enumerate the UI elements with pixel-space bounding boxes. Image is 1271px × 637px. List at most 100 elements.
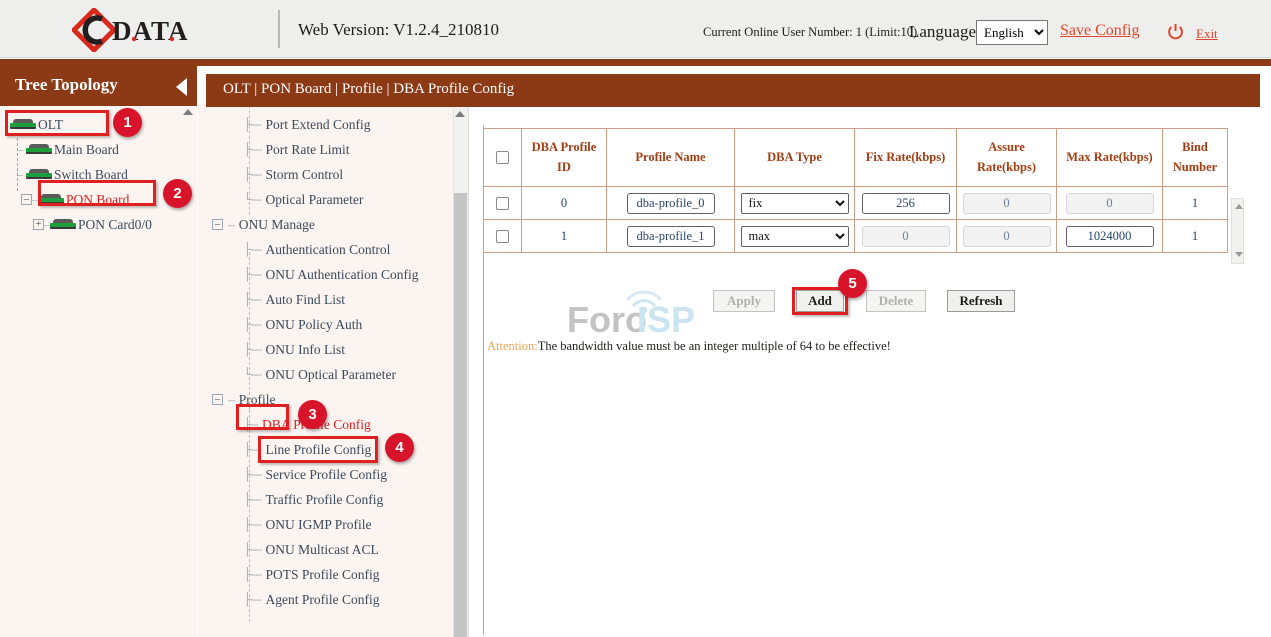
- language-select[interactable]: EnglishChinese: [976, 20, 1048, 45]
- expander-minus-icon[interactable]: –: [21, 194, 32, 205]
- nav-scrollbar-thumb[interactable]: [454, 193, 467, 637]
- collapse-left-icon[interactable]: [176, 78, 187, 96]
- tree-topology-title: Tree Topology: [15, 75, 118, 95]
- nav-item-port-rate-limit[interactable]: ├--- Port Rate Limit: [198, 137, 451, 162]
- cell-fix-rate: [855, 187, 957, 220]
- nav-item-onu-policy-auth[interactable]: ├--- ONU Policy Auth: [198, 312, 451, 337]
- delete-button[interactable]: Delete: [866, 290, 926, 312]
- nav-item-label: Auto Find List: [266, 292, 346, 308]
- tree-item-main-board[interactable]: – Main Board: [0, 137, 197, 162]
- max-rate-input: [1066, 193, 1154, 214]
- table-scroll-down-arrow[interactable]: [1235, 252, 1243, 257]
- nav-item-traffic-profile-config[interactable]: ├--- Traffic Profile Config: [198, 487, 451, 512]
- table-row: 0 fixassureassure+maxmax 1: [484, 187, 1228, 220]
- nav-item-onu-info-list[interactable]: ├--- ONU Info List: [198, 337, 451, 362]
- web-version-label: Web Version: V1.2.4_210810: [298, 20, 499, 40]
- nav-item-onu-multicast-acl[interactable]: ├--- ONU Multicast ACL: [198, 537, 451, 562]
- fix-rate-input: [862, 226, 950, 247]
- nav-item-port-extend-config[interactable]: ├--- Port Extend Config: [198, 112, 451, 137]
- tree-leaf-icon: ├---: [243, 492, 262, 507]
- cell-profile-name: [607, 187, 735, 220]
- device-icon: [10, 119, 36, 130]
- cell-assure-rate: [957, 220, 1057, 253]
- dba-profile-table: DBA Profile ID Profile Name DBA Type Fix…: [483, 128, 1228, 253]
- tree-leaf-icon: ├---: [243, 242, 262, 257]
- col-dba-profile-id: DBA Profile ID: [522, 129, 607, 187]
- fix-rate-input[interactable]: [862, 193, 950, 214]
- col-fix-rate: Fix Rate(kbps): [855, 129, 957, 187]
- nav-item-label: ONU Manage: [239, 217, 315, 233]
- cell-dba-profile-id: 0: [522, 187, 607, 220]
- nav-item-line-profile-config[interactable]: ├--- Line Profile Config: [198, 437, 451, 462]
- nav-item-pots-profile-config[interactable]: ├--- POTS Profile Config: [198, 562, 451, 587]
- nav-item-agent-profile-config[interactable]: ├--- Agent Profile Config: [198, 587, 451, 612]
- add-button[interactable]: Add: [796, 290, 844, 312]
- tree-leaf-icon: ├---: [243, 467, 262, 482]
- tree-leaf-icon: ├---: [243, 342, 262, 357]
- tree-item-label: OLT: [38, 117, 63, 133]
- nav-item-authentication-control[interactable]: ├--- Authentication Control: [198, 237, 451, 262]
- select-all-checkbox[interactable]: [496, 151, 509, 164]
- col-profile-name: Profile Name: [607, 129, 735, 187]
- nav-guide-line: [249, 410, 250, 622]
- expander-minus-icon[interactable]: –: [212, 394, 223, 405]
- expander-minus-icon[interactable]: –: [212, 219, 223, 230]
- nav-item-onu-authentication-config[interactable]: ├--- ONU Authentication Config: [198, 262, 451, 287]
- row-select-cell: [484, 187, 522, 220]
- cell-dba-type: fixassureassure+maxmax: [735, 187, 855, 220]
- breadcrumb-bar: OLT | PON Board | Profile | DBA Profile …: [206, 74, 1260, 107]
- tree-branch-icon: –: [14, 167, 26, 182]
- nav-item-auto-find-list[interactable]: ├--- Auto Find List: [198, 287, 451, 312]
- tree-leaf-icon: ├---: [243, 167, 262, 182]
- cell-fix-rate: [855, 220, 957, 253]
- col-bind-number: Bind Number: [1163, 129, 1228, 187]
- nav-scroll-up-arrow[interactable]: [455, 111, 465, 117]
- nav-item-label: Authentication Control: [266, 242, 391, 258]
- nav-item-label: Agent Profile Config: [266, 592, 380, 608]
- table-scroll-up-arrow[interactable]: [1235, 204, 1243, 209]
- tree-item-olt[interactable]: OLT: [0, 112, 197, 137]
- profile-name-input[interactable]: [627, 226, 715, 247]
- nav-group-profile[interactable]: – – Profile: [198, 387, 451, 412]
- nav-group-onu-manage[interactable]: – – ONU Manage: [198, 212, 451, 237]
- tree-scroll-up-arrow[interactable]: [183, 109, 193, 115]
- row-checkbox[interactable]: [496, 230, 509, 243]
- save-config-link[interactable]: Save Config: [1060, 22, 1140, 40]
- device-icon: [38, 194, 64, 205]
- tree-branch-icon: –: [228, 217, 235, 233]
- row-checkbox[interactable]: [496, 197, 509, 210]
- tree-item-switch-board[interactable]: – Switch Board: [0, 162, 197, 187]
- nav-item-label: ONU Multicast ACL: [266, 542, 379, 558]
- select-all-header: [484, 129, 522, 187]
- online-user-count: Current Online User Number: 1 (Limit:10): [703, 25, 917, 40]
- tree-item-pon-card[interactable]: + – PON Card0/0: [0, 212, 197, 237]
- exit-link[interactable]: Exit: [1196, 26, 1218, 42]
- cell-bind-number: 1: [1163, 220, 1228, 253]
- apply-button[interactable]: Apply: [713, 290, 775, 312]
- nav-item-label: Line Profile Config: [266, 442, 372, 458]
- nav-item-label: POTS Profile Config: [266, 567, 380, 583]
- profile-name-input[interactable]: [627, 193, 715, 214]
- nav-item-onu-optical-parameter[interactable]: └--- ONU Optical Parameter: [198, 362, 451, 387]
- nav-item-label: Storm Control: [266, 167, 344, 183]
- cell-assure-rate: [957, 187, 1057, 220]
- max-rate-input[interactable]: [1066, 226, 1154, 247]
- cell-bind-number: 1: [1163, 187, 1228, 220]
- expander-plus-icon[interactable]: +: [33, 219, 44, 230]
- nav-item-service-profile-config[interactable]: ├--- Service Profile Config: [198, 462, 451, 487]
- refresh-button[interactable]: Refresh: [947, 290, 1015, 312]
- tree-leaf-icon: ├---: [243, 567, 262, 582]
- nav-item-optical-parameter[interactable]: └--- Optical Parameter: [198, 187, 451, 212]
- breadcrumb: OLT | PON Board | Profile | DBA Profile …: [223, 81, 514, 98]
- nav-item-storm-control[interactable]: ├--- Storm Control: [198, 162, 451, 187]
- dba-type-select-row1[interactable]: fixassureassure+maxmax: [741, 226, 849, 247]
- nav-item-label: DBA Profile Config: [262, 417, 371, 433]
- nav-item-dba-profile-config[interactable]: ├-- DBA Profile Config: [198, 412, 451, 437]
- language-label: Language: [909, 22, 976, 42]
- dba-type-select-row0[interactable]: fixassureassure+maxmax: [741, 193, 849, 214]
- nav-menu-panel: ├--- Port Config ├--- Port Extend Config…: [198, 104, 468, 637]
- nav-item-onu-igmp-profile[interactable]: ├--- ONU IGMP Profile: [198, 512, 451, 537]
- app-header: DATA Web Version: V1.2.4_210810 Current …: [0, 0, 1271, 58]
- tree-item-pon-board[interactable]: – – PON Board: [0, 187, 197, 212]
- cdata-logo: DATA: [72, 8, 212, 52]
